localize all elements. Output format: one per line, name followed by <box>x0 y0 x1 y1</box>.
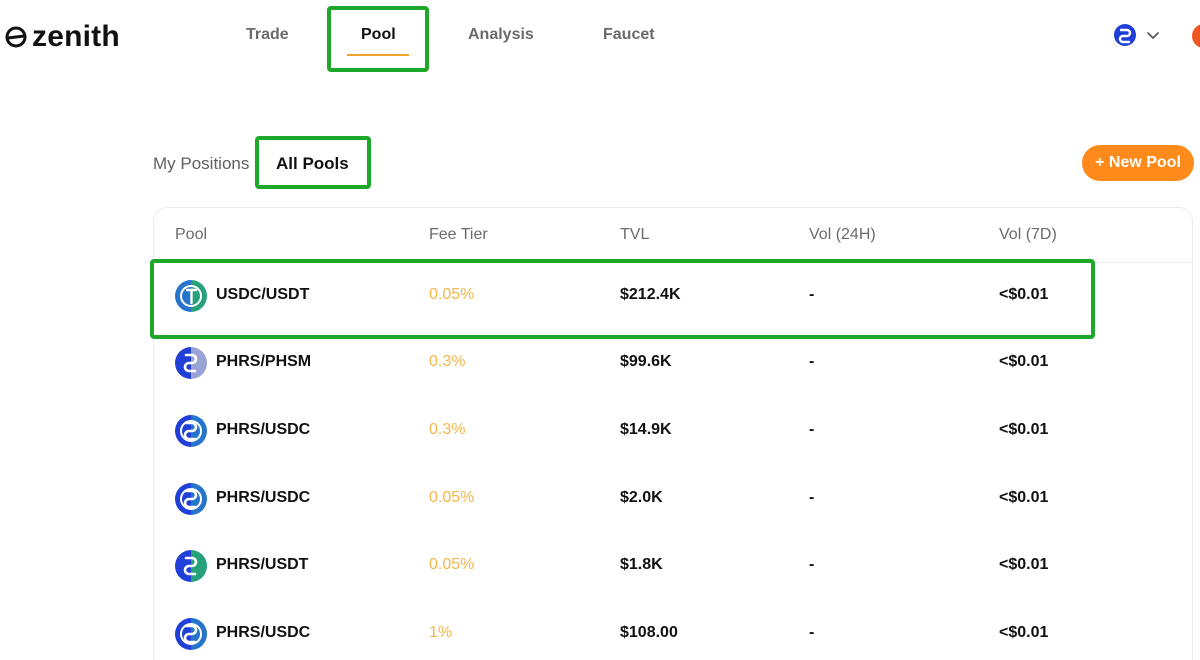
pool-pair: USDC/USDT <box>216 286 310 303</box>
pool-pair: PHRS/USDC <box>216 489 311 506</box>
vol-7d-value: <$0.01 <box>999 489 1049 506</box>
table-header: Pool Fee Tier TVL Vol (24H) Vol (7D) <box>154 208 1192 263</box>
phrs-usdt-pair-icon <box>174 549 208 583</box>
pools-table: Pool Fee Tier TVL Vol (24H) Vol (7D) USD… <box>153 207 1193 660</box>
tvl-value: $212.4K <box>620 286 681 303</box>
fee-tier: 0.3% <box>429 353 466 370</box>
nav-pool[interactable]: Pool <box>361 26 396 44</box>
pool-pair: PHRS/USDC <box>216 624 311 641</box>
chain-selector[interactable] <box>1114 24 1160 46</box>
avatar[interactable] <box>1192 24 1200 48</box>
table-row[interactable]: PHRS/USDC 1% $108.00 - <$0.01 <box>154 600 1192 660</box>
zenith-logo-icon <box>5 26 27 48</box>
table-row[interactable]: PHRS/USDC 0.3% $14.9K - <$0.01 <box>154 397 1192 464</box>
brand-logo[interactable]: zenith <box>4 20 120 54</box>
brand-name: zenith <box>32 20 120 53</box>
tab-my-positions[interactable]: My Positions <box>153 155 249 173</box>
phrs-usdc-pair-icon <box>174 414 208 448</box>
table-row[interactable]: PHRS/PHSM 0.3% $99.6K - <$0.01 <box>154 329 1192 396</box>
header-fee-tier[interactable]: Fee Tier <box>429 226 488 244</box>
vol-7d-value: <$0.01 <box>999 624 1049 641</box>
vol-24h-value: - <box>809 556 815 573</box>
chevron-down-icon <box>1147 32 1159 39</box>
pool-pair: PHRS/USDT <box>216 556 309 573</box>
tvl-value: $1.8K <box>620 556 663 573</box>
phrs-usdc-pair-icon <box>174 482 208 516</box>
tvl-value: $99.6K <box>620 353 672 370</box>
usdc-usdt-pair-icon <box>174 279 208 313</box>
vol-7d-value: <$0.01 <box>999 421 1049 438</box>
table-row[interactable]: PHRS/USDT 0.05% $1.8K - <$0.01 <box>154 532 1192 599</box>
nav-trade[interactable]: Trade <box>246 26 289 44</box>
vol-24h-value: - <box>809 489 815 506</box>
tvl-value: $2.0K <box>620 489 663 506</box>
pool-pair: PHRS/PHSM <box>216 353 312 370</box>
header-tvl[interactable]: TVL <box>620 226 649 244</box>
fee-tier: 0.05% <box>429 489 475 506</box>
phrs-usdc-pair-icon <box>174 617 208 651</box>
vol-24h-value: - <box>809 624 815 641</box>
vol-7d-value: <$0.01 <box>999 556 1049 573</box>
page: zenith Trade Pool Analysis Faucet My Pos… <box>0 0 1200 660</box>
fee-tier: 0.3% <box>429 421 466 438</box>
table-row[interactable]: USDC/USDT 0.05% $212.4K - <$0.01 <box>154 262 1192 329</box>
nav-analysis[interactable]: Analysis <box>468 26 534 44</box>
phrs-chain-icon <box>1114 24 1136 46</box>
vol-24h-value: - <box>809 421 815 438</box>
header-vol-7d[interactable]: Vol (7D) <box>999 226 1057 244</box>
vol-24h-value: - <box>809 353 815 370</box>
phrs-phsm-pair-icon <box>174 346 208 380</box>
fee-tier: 1% <box>429 624 453 641</box>
nav-active-indicator <box>347 54 409 56</box>
fee-tier: 0.05% <box>429 286 475 303</box>
header-pool[interactable]: Pool <box>175 226 207 244</box>
nav-faucet[interactable]: Faucet <box>603 26 655 44</box>
vol-7d-value: <$0.01 <box>999 286 1049 303</box>
pool-pair: PHRS/USDC <box>216 421 311 438</box>
vol-24h-value: - <box>809 286 815 303</box>
new-pool-button[interactable]: + New Pool <box>1082 145 1194 181</box>
table-row[interactable]: PHRS/USDC 0.05% $2.0K - <$0.01 <box>154 465 1192 532</box>
tab-all-pools[interactable]: All Pools <box>276 155 349 173</box>
vol-7d-value: <$0.01 <box>999 353 1049 370</box>
tvl-value: $108.00 <box>620 624 678 641</box>
tvl-value: $14.9K <box>620 421 672 438</box>
fee-tier: 0.05% <box>429 556 475 573</box>
header-vol-24h[interactable]: Vol (24H) <box>809 226 876 244</box>
